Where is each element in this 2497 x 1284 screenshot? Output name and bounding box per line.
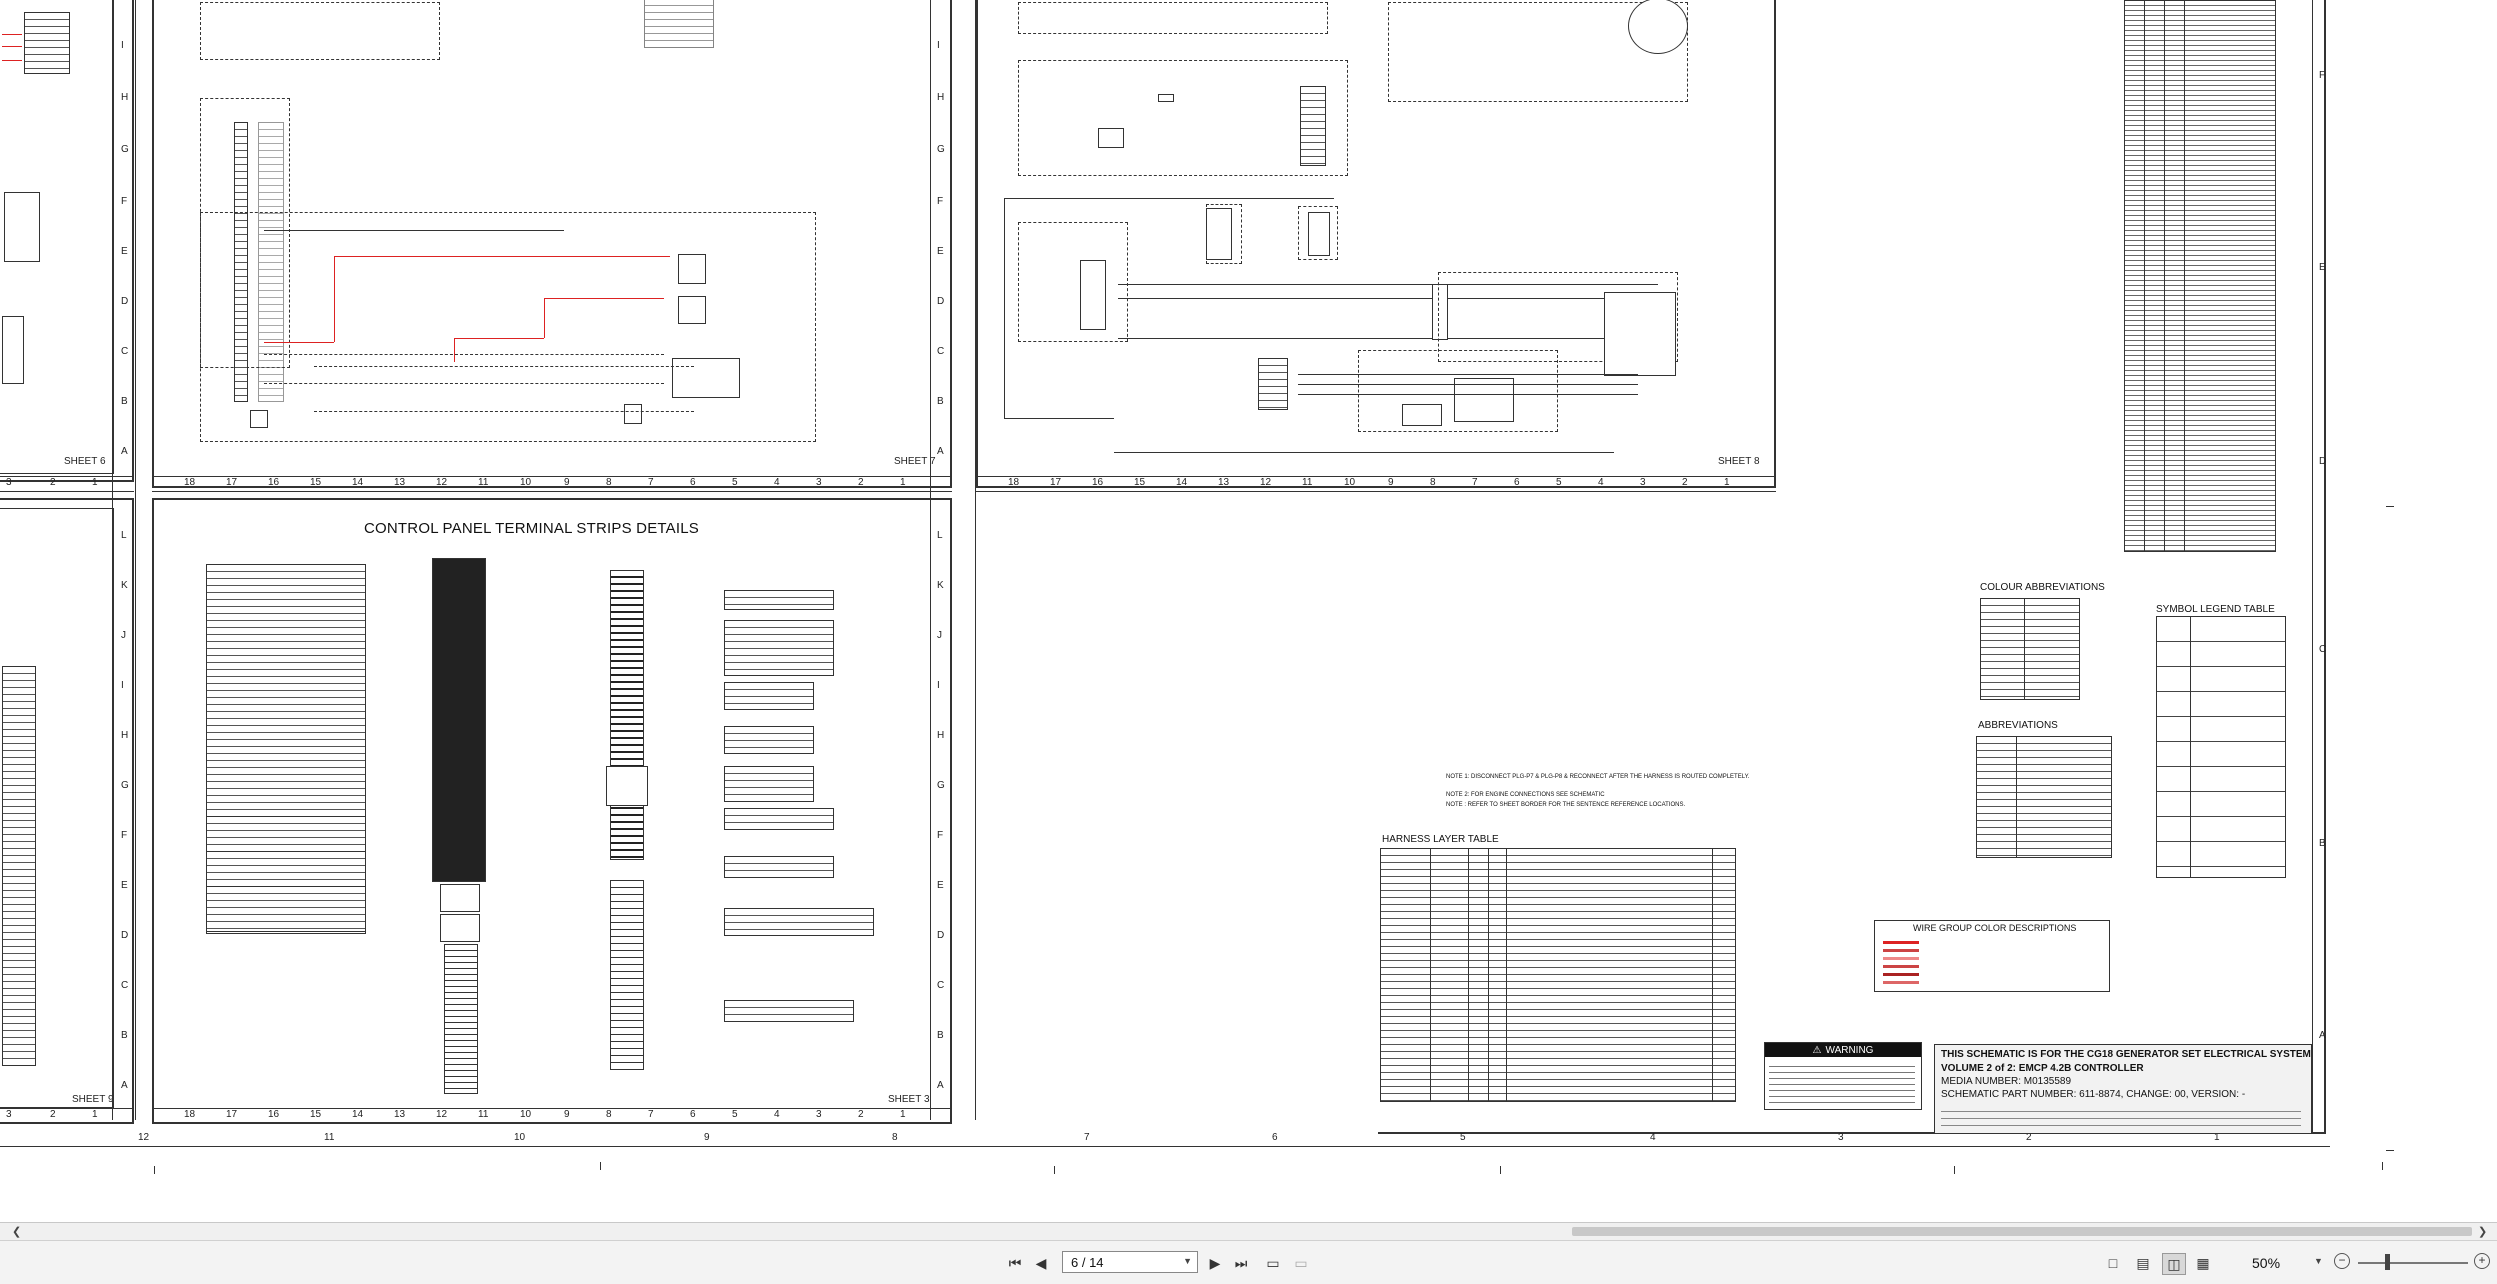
continuous-view-icon[interactable]: ▤ bbox=[2132, 1253, 2154, 1273]
title-block-line2: VOLUME 2 of 2: EMCP 4.2B CONTROLLER bbox=[1941, 1063, 2144, 1074]
sheet3-frame: CONTROL PANEL TERMINAL STRIPS DETAILS SH… bbox=[152, 498, 952, 1124]
symbol-legend-title: SYMBOL LEGEND TABLE bbox=[2156, 604, 2275, 615]
page-dropdown-icon[interactable]: ▼ bbox=[1183, 1256, 1192, 1266]
sheet3-col-ruler: 18 17 16 15 14 13 12 11 10 9 8 7 6 5 4 3… bbox=[152, 1108, 952, 1124]
title-block-line1: THIS SCHEMATIC IS FOR THE CG18 GENERATOR… bbox=[1941, 1049, 2311, 1060]
sheet3-label: SHEET 3 bbox=[888, 1094, 930, 1105]
first-page-icon[interactable]: ⏮ bbox=[1004, 1253, 1026, 1273]
zoom-slider[interactable] bbox=[2358, 1262, 2468, 1264]
fit-page-icon[interactable]: ▭ bbox=[1262, 1253, 1284, 1273]
warning-label: WARNING bbox=[1825, 1044, 1874, 1056]
warning-box: ⚠ WARNING bbox=[1764, 1042, 1922, 1110]
sheet7-col-ruler: 18 17 16 15 14 13 12 11 10 9 8 7 6 5 4 3… bbox=[152, 476, 952, 492]
abbreviations-table bbox=[1976, 736, 2112, 858]
large-frame-col-ruler: 12 11 10 9 8 7 6 5 4 3 2 1 bbox=[0, 1132, 2330, 1147]
warning-icon: ⚠ bbox=[1812, 1044, 1822, 1056]
colour-abbreviations-table bbox=[1980, 598, 2080, 700]
scrollbar-thumb[interactable] bbox=[1572, 1227, 2472, 1236]
wire-group-title: WIRE GROUP COLOR DESCRIPTIONS bbox=[1913, 923, 2077, 933]
sheet9-label: SHEET 9 bbox=[72, 1094, 114, 1105]
sheet6-label: SHEET 6 bbox=[64, 456, 106, 467]
zoom-out-icon[interactable]: − bbox=[2334, 1253, 2350, 1269]
abbreviations-title: ABBREVIATIONS bbox=[1978, 720, 2058, 731]
horizontal-scrollbar[interactable]: ❮ ❯ bbox=[0, 1222, 2497, 1240]
title-block-line4: SCHEMATIC PART NUMBER: 611-8874, CHANGE:… bbox=[1941, 1089, 2246, 1100]
symbol-legend-table bbox=[2156, 616, 2286, 878]
two-page-continuous-icon[interactable]: ▦ bbox=[2192, 1253, 2214, 1273]
sheet7-frame: SHEET 7 bbox=[152, 0, 952, 488]
note-3: NOTE : REFER TO SHEET BORDER FOR THE SEN… bbox=[1446, 802, 1686, 808]
large-frame-row-ruler: F E D C B A bbox=[2312, 0, 2333, 1134]
title-block-line3: MEDIA NUMBER: M0135589 bbox=[1941, 1076, 2072, 1087]
wire-group-legend: WIRE GROUP COLOR DESCRIPTIONS bbox=[1874, 920, 2110, 992]
terminal-strips-title: CONTROL PANEL TERMINAL STRIPS DETAILS bbox=[364, 520, 699, 537]
note-2: NOTE 2: FOR ENGINE CONNECTIONS SEE SCHEM… bbox=[1446, 792, 1605, 798]
colour-abbreviations-title: COLOUR ABBREVIATIONS bbox=[1980, 582, 2105, 593]
single-page-view-icon[interactable]: □ bbox=[2102, 1253, 2124, 1273]
note-1: NOTE 1: DISCONNECT PLG-P7 & PLG-P8 & REC… bbox=[1446, 774, 1750, 780]
row-ruler-middle: I H G F E D C B A L K J I H G F E D C B … bbox=[930, 0, 976, 1120]
wire-list-table bbox=[2124, 0, 2276, 552]
scroll-right-icon[interactable]: ❯ bbox=[2478, 1225, 2487, 1238]
harness-table-title: HARNESS LAYER TABLE bbox=[1382, 834, 1499, 845]
last-page-icon[interactable]: ⏭ bbox=[1230, 1253, 1252, 1273]
page-number-input[interactable]: 6 / 14 ▼ bbox=[1062, 1251, 1198, 1273]
page-number-value: 6 / 14 bbox=[1071, 1254, 1104, 1270]
next-page-icon[interactable]: ▶ bbox=[1204, 1253, 1226, 1273]
previous-page-icon[interactable]: ◀ bbox=[1030, 1253, 1052, 1273]
document-viewport[interactable]: SHEET 6 3 2 1 SHEET 9 3 2 1 I H G F E D … bbox=[0, 0, 2497, 1222]
viewer-toolbar: ⏮ ◀ 6 / 14 ▼ ▶ ⏭ ▭ ▭ □ ▤ ◫ ▦ 50% ▼ − + bbox=[0, 1240, 2497, 1284]
zoom-in-icon[interactable]: + bbox=[2474, 1253, 2490, 1269]
zoom-dropdown-icon[interactable]: ▼ bbox=[2314, 1256, 2323, 1266]
scroll-left-icon[interactable]: ❮ bbox=[12, 1225, 21, 1238]
two-page-view-icon[interactable]: ◫ bbox=[2162, 1253, 2186, 1275]
harness-table bbox=[1380, 848, 1736, 1102]
fit-width-icon[interactable]: ▭ bbox=[1290, 1253, 1312, 1273]
zoom-level[interactable]: 50% bbox=[2252, 1255, 2280, 1271]
title-block: THIS SCHEMATIC IS FOR THE CG18 GENERATOR… bbox=[1934, 1044, 2312, 1134]
row-ruler-left: I H G F E D C B A L K J I H G F E D C B … bbox=[112, 0, 136, 1120]
zoom-slider-thumb[interactable] bbox=[2385, 1254, 2390, 1270]
